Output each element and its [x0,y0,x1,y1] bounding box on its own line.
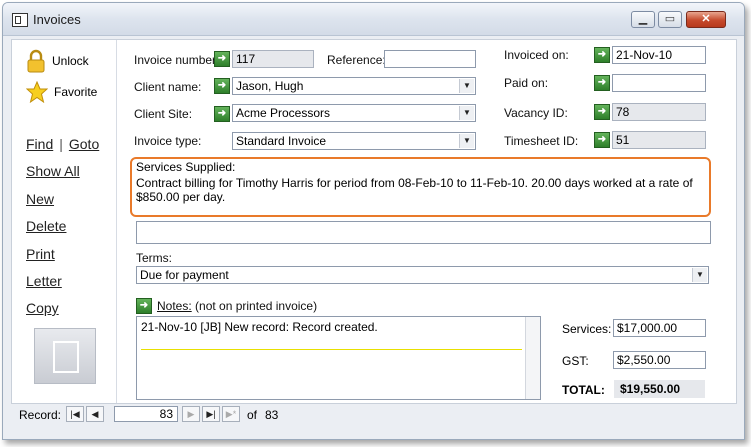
paid-on-label: Paid on: [504,76,549,90]
client-name-value: Jason, Hugh [236,79,304,93]
chevron-down-icon[interactable]: ▼ [459,106,474,120]
notes-label: Notes: [157,299,192,313]
invoiced-on-label: Invoiced on: [504,48,569,62]
delete-link[interactable]: Delete [26,218,66,234]
chevron-down-icon[interactable]: ▼ [459,79,474,93]
client-site-label: Client Site: [134,107,193,121]
terms-select[interactable]: Due for payment ▼ [136,266,709,284]
notes-divider [141,349,522,350]
client-name-select[interactable]: Jason, Hugh ▼ [232,77,476,95]
find-goto-group: Find | Goto [26,136,99,152]
notes-sublabel: (not on printed invoice) [195,299,318,313]
record-label: Record: [19,408,62,422]
services-supplied-label: Services Supplied: [136,160,236,174]
minimize-button[interactable]: ▁ [631,11,655,28]
lock-icon [27,49,45,73]
services-supplied-field[interactable]: Services Supplied: Contract billing for … [130,157,711,217]
gst-label: GST: [562,354,589,368]
vacancy-id-label: Vacancy ID: [504,106,568,120]
current-record-field[interactable]: 83 [114,406,178,422]
letter-link[interactable]: Letter [26,273,62,289]
reference-field[interactable] [384,50,476,68]
record-navigation-bar: Record: |◀ ◀ 83 ▶ ▶| ▶* of 83 [11,405,735,425]
favorite-label: Favorite [54,85,98,99]
goto-link[interactable]: Goto [69,136,99,152]
services-supplied-text: Contract billing for Timothy Harris for … [136,176,693,204]
invoiced-on-go-button[interactable]: ➜ [594,47,610,63]
notes-heading: Notes: (not on printed invoice) [157,299,317,313]
title-bar[interactable]: Invoices ▁ ▭ ✕ [3,3,744,36]
minimize-icon: ▁ [638,13,648,25]
record-count: 83 [265,408,279,422]
last-record-button[interactable]: ▶| [202,406,220,422]
sidebar: Unlock Favorite Find | Goto Show All New D… [12,40,117,403]
client-site-go-button[interactable]: ➜ [214,106,230,122]
first-record-button[interactable]: |◀ [66,406,84,422]
invoice-form: Invoice number: ➜ 117 Reference: Invoice… [117,40,736,403]
client-site-value: Acme Processors [236,106,331,120]
services-total-label: Services: [562,322,612,336]
client-site-select[interactable]: Acme Processors ▼ [232,104,476,122]
paid-on-field[interactable] [612,74,706,92]
show-all-link[interactable]: Show All [26,163,80,179]
client-name-label: Client name: [134,80,202,94]
paid-on-go-button[interactable]: ➜ [594,75,610,91]
reference-label: Reference: [327,53,386,67]
vacancy-id-field[interactable]: 78 [612,103,706,121]
invoice-number-field[interactable]: 117 [232,50,314,68]
invoice-number-label: Invoice number: [134,53,220,67]
invoiced-on-field[interactable]: 21-Nov-10 [612,46,706,64]
gst-field[interactable]: $2,550.00 [613,351,706,369]
new-link[interactable]: New [26,191,54,207]
chevron-down-icon[interactable]: ▼ [692,268,707,282]
notes-text: 21-Nov-10 [JB] New record: Record create… [141,320,378,334]
previous-record-button[interactable]: ◀ [86,406,104,422]
close-icon: ✕ [701,13,711,25]
maximize-button[interactable]: ▭ [658,11,682,28]
total-label: TOTAL: [562,383,605,397]
invoice-type-label: Invoice type: [134,134,202,148]
notes-scrollbar[interactable] [525,317,540,399]
star-icon [26,81,48,103]
vacancy-id-go-button[interactable]: ➜ [594,104,610,120]
favorite-button[interactable]: Favorite [26,79,97,105]
unlock-label: Unlock [52,54,89,68]
services-supplied-lower[interactable] [136,221,711,244]
print-link[interactable]: Print [26,246,55,262]
close-button[interactable]: ✕ [686,11,726,28]
invoices-window: Invoices ▁ ▭ ✕ Unlock Favorite Find | Goto… [2,2,745,440]
terms-value: Due for payment [140,268,229,282]
notes-field[interactable]: 21-Nov-10 [JB] New record: Record create… [136,316,541,400]
form-area: Unlock Favorite Find | Goto Show All New D… [11,39,737,404]
next-record-button[interactable]: ▶ [182,406,200,422]
window-title: Invoices [33,12,81,27]
invoice-type-select[interactable]: Standard Invoice ▼ [232,132,476,150]
unlock-button[interactable]: Unlock [26,48,89,74]
services-total-field[interactable]: $17,000.00 [613,319,706,337]
find-link[interactable]: Find [26,136,53,152]
chevron-down-icon[interactable]: ▼ [459,134,474,148]
notes-go-button[interactable]: ➜ [136,298,152,314]
invoice-type-value: Standard Invoice [236,134,327,148]
timesheet-id-go-button[interactable]: ➜ [594,132,610,148]
client-name-go-button[interactable]: ➜ [214,78,230,94]
form-icon [12,13,28,27]
new-record-button[interactable]: ▶* [222,406,240,422]
terms-label: Terms: [136,251,172,265]
total-value: $19,550.00 [614,380,705,398]
of-label: of [247,408,258,422]
timesheet-id-field[interactable]: 51 [612,131,706,149]
record-image-placeholder [34,328,96,384]
maximize-icon: ▭ [664,13,676,25]
separator: | [59,136,63,152]
invoice-number-go-button[interactable]: ➜ [214,51,230,67]
timesheet-id-label: Timesheet ID: [504,134,579,148]
copy-link[interactable]: Copy [26,300,59,316]
